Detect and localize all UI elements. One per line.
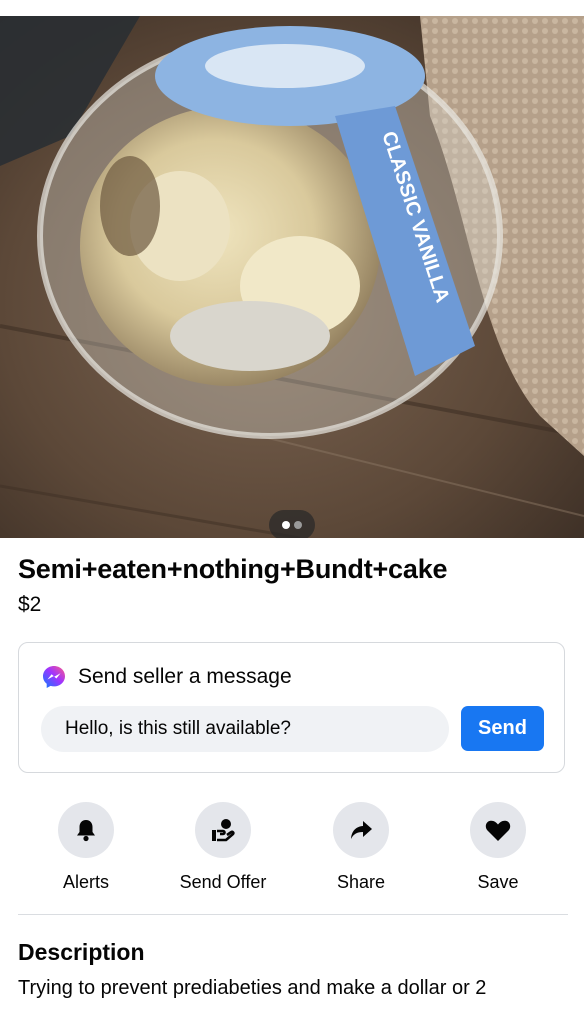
pager-dot-active xyxy=(282,521,290,529)
message-seller-card: Send seller a message Send xyxy=(18,642,565,773)
description-body: Trying to prevent prediabeties and make … xyxy=(18,977,487,999)
pager-dot xyxy=(294,521,302,529)
send-offer-icon-circle xyxy=(195,802,251,858)
message-card-header: Send seller a message xyxy=(41,663,292,691)
description-heading: Description xyxy=(18,939,145,965)
message-card-heading: Send seller a message xyxy=(78,665,292,688)
share-label: Share xyxy=(336,872,386,892)
share-icon-circle xyxy=(333,802,389,858)
share-button[interactable]: Share xyxy=(296,802,426,893)
listing-price: $2 xyxy=(18,593,42,616)
save-label: Save xyxy=(477,872,519,892)
send-offer-button[interactable]: Send Offer xyxy=(158,802,288,893)
heart-icon xyxy=(485,820,511,841)
image-pager[interactable] xyxy=(269,510,315,538)
send-offer-label: Send Offer xyxy=(179,872,267,892)
listing-title: Semi+eaten+nothing+Bundt+cake xyxy=(18,554,448,584)
save-icon-circle xyxy=(470,802,526,858)
share-arrow-icon xyxy=(351,821,372,839)
offer-hand-icon xyxy=(212,819,235,842)
listing-photo[interactable]: CLASSIC VANILLA xyxy=(0,16,584,538)
message-input[interactable] xyxy=(41,706,449,752)
alerts-icon-circle xyxy=(58,802,114,858)
alerts-label: Alerts xyxy=(62,872,109,892)
cake-photo-image: CLASSIC VANILLA xyxy=(0,16,584,538)
bell-icon xyxy=(77,820,95,842)
send-button[interactable]: Send xyxy=(461,706,544,751)
save-button[interactable]: Save xyxy=(433,802,563,893)
alerts-button[interactable]: Alerts xyxy=(21,802,151,893)
action-row: Alerts Send Offer Share Save xyxy=(18,802,568,894)
messenger-icon xyxy=(43,666,65,688)
section-divider xyxy=(18,914,568,915)
